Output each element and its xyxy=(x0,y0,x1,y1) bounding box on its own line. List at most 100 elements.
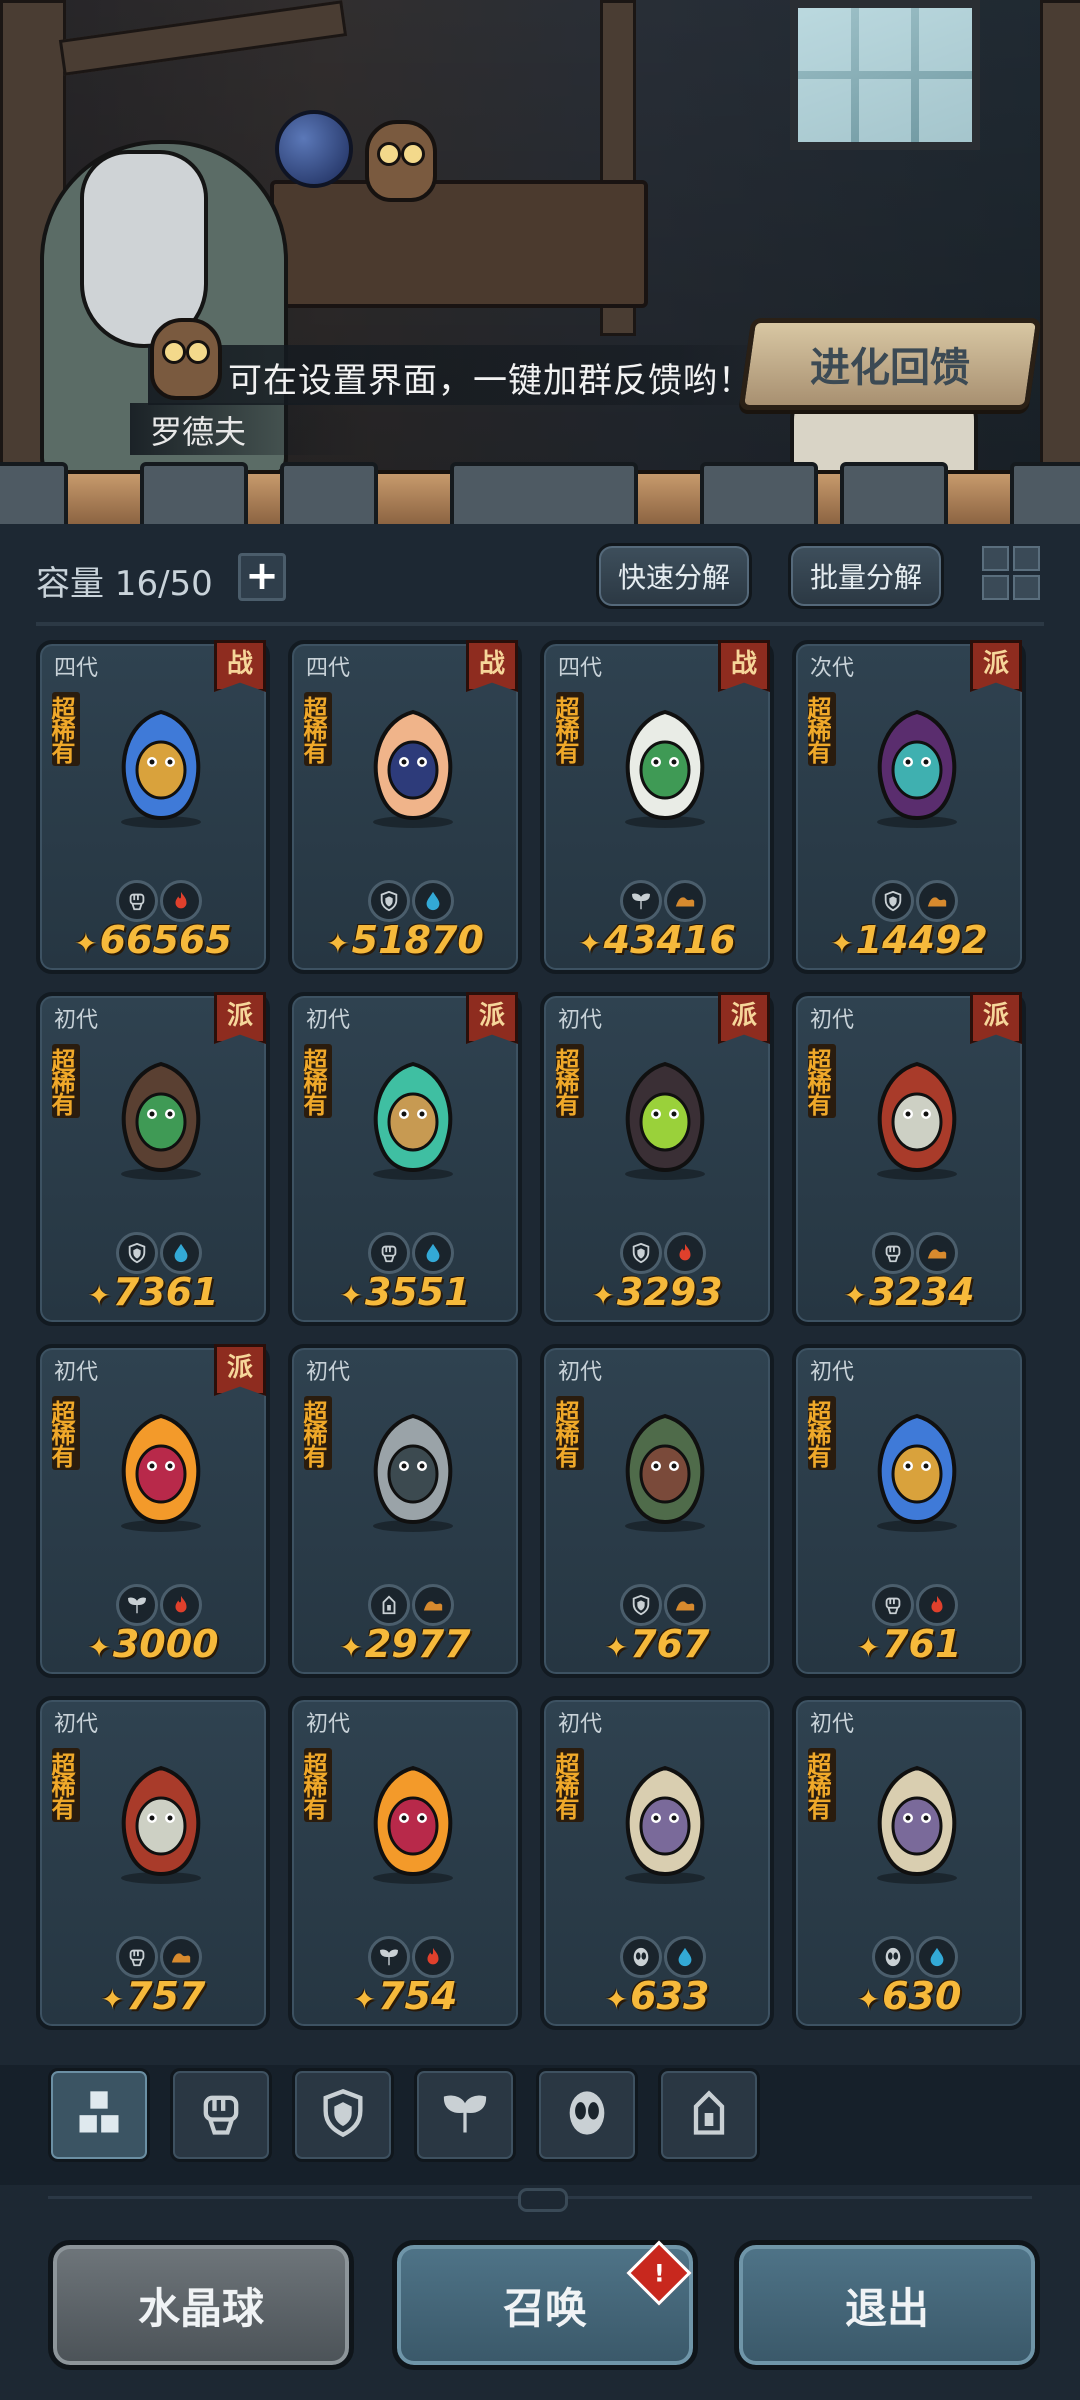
power-value: 757 xyxy=(40,1974,266,2018)
power-value: 51870 xyxy=(292,918,518,962)
separator-knob xyxy=(518,2188,568,2212)
filter-tab-shield[interactable] xyxy=(292,2068,394,2162)
crystal-ball-button[interactable]: 水晶球 xyxy=(48,2240,354,2370)
wooden-beam xyxy=(1040,0,1080,470)
alien-icon xyxy=(561,2087,613,2143)
shield-icon xyxy=(116,1232,158,1274)
water-icon xyxy=(160,1232,202,1274)
creature-card[interactable]: 次代 派超稀有 14492 xyxy=(792,640,1026,974)
faction-badge: 派 xyxy=(970,992,1022,1044)
water-icon xyxy=(664,1936,706,1978)
creature-card[interactable]: 初代 派超稀有 3293 xyxy=(540,992,774,1326)
filter-tab-all[interactable] xyxy=(48,2068,150,2162)
filter-tab-tower[interactable] xyxy=(658,2068,760,2162)
wooden-beam xyxy=(58,0,348,76)
leaf-icon xyxy=(439,2087,491,2143)
faction-badge: 战 xyxy=(466,640,518,692)
rarity-badge: 超稀有 xyxy=(47,1396,80,1470)
filter-tab-leaf[interactable] xyxy=(414,2068,516,2162)
fist-icon xyxy=(872,1232,914,1274)
rarity-badge: 超稀有 xyxy=(551,692,584,766)
creature-card[interactable]: 初代超稀有 767 xyxy=(540,1344,774,1678)
creature-card[interactable]: 四代 战超稀有 66565 xyxy=(36,640,270,974)
leaf-icon xyxy=(368,1936,410,1978)
generation-label: 初代 xyxy=(54,1360,99,1385)
rarity-badge: 超稀有 xyxy=(299,1396,332,1470)
creature-card[interactable]: 初代超稀有 754 xyxy=(288,1696,522,2030)
creature-portrait xyxy=(600,1404,730,1534)
creature-card[interactable]: 四代 战超稀有 51870 xyxy=(288,640,522,974)
rarity-badge: 超稀有 xyxy=(803,1396,836,1470)
creature-card[interactable]: 初代超稀有 2977 xyxy=(288,1344,522,1678)
exit-button[interactable]: 退出 xyxy=(734,2240,1040,2370)
tower-icon xyxy=(683,2087,735,2143)
rarity-badge: 超稀有 xyxy=(47,692,80,766)
batch-decompose-button[interactable]: 批量分解 xyxy=(788,543,944,609)
crystal-ball-label: 水晶球 xyxy=(137,2283,264,2333)
shield-icon xyxy=(620,1584,662,1626)
fire-icon xyxy=(160,1584,202,1626)
generation-label: 初代 xyxy=(810,1008,855,1033)
earth-icon xyxy=(916,880,958,922)
fist-icon xyxy=(872,1584,914,1626)
generation-label: 四代 xyxy=(54,656,99,681)
power-value: 43416 xyxy=(544,918,770,962)
faction-badge: 派 xyxy=(718,992,770,1044)
creature-portrait xyxy=(96,1052,226,1182)
creature-portrait xyxy=(348,700,478,830)
generation-label: 四代 xyxy=(306,656,351,681)
creature-portrait xyxy=(852,1052,982,1182)
creature-portrait xyxy=(96,1756,226,1886)
creature-card[interactable]: 初代超稀有 630 xyxy=(792,1696,1026,2030)
alert-mark: ! xyxy=(653,2258,665,2287)
generation-label: 初代 xyxy=(558,1360,603,1385)
earth-icon xyxy=(664,880,706,922)
fire-icon xyxy=(916,1584,958,1626)
creature-card[interactable]: 四代 战超稀有 43416 xyxy=(540,640,774,974)
generation-label: 初代 xyxy=(306,1360,351,1385)
power-value: 66565 xyxy=(40,918,266,962)
generation-label: 四代 xyxy=(558,656,603,681)
alien-icon xyxy=(620,1936,662,1978)
power-value: 633 xyxy=(544,1974,770,2018)
filter-tab-alien[interactable] xyxy=(536,2068,638,2162)
fire-icon xyxy=(412,1936,454,1978)
all-icon xyxy=(73,2087,125,2143)
rarity-badge: 超稀有 xyxy=(551,1748,584,1822)
earth-icon xyxy=(664,1584,706,1626)
rarity-badge: 超稀有 xyxy=(803,692,836,766)
water-icon xyxy=(412,880,454,922)
creature-portrait xyxy=(600,1052,730,1182)
rarity-badge: 超稀有 xyxy=(47,1044,80,1118)
ledge-block xyxy=(1010,462,1080,532)
creature-card[interactable]: 初代超稀有 633 xyxy=(540,1696,774,2030)
filter-tab-fist[interactable] xyxy=(170,2068,272,2162)
creature-card[interactable]: 初代超稀有 761 xyxy=(792,1344,1026,1678)
window xyxy=(790,0,980,150)
power-value: 3000 xyxy=(40,1622,266,1666)
capacity-label: 容量 16/50 xyxy=(36,564,213,604)
fist-icon xyxy=(116,880,158,922)
generation-label: 初代 xyxy=(558,1712,603,1737)
creature-portrait xyxy=(600,1756,730,1886)
expand-capacity-button[interactable]: + xyxy=(238,553,286,601)
power-value: 14492 xyxy=(796,918,1022,962)
creature-card[interactable]: 初代 派超稀有 3551 xyxy=(288,992,522,1326)
ledge-block xyxy=(840,462,948,532)
generation-label: 初代 xyxy=(810,1712,855,1737)
generation-label: 初代 xyxy=(306,1712,351,1737)
ledge-block xyxy=(450,462,638,532)
grid-view-toggle[interactable] xyxy=(982,546,1040,600)
power-value: 3234 xyxy=(796,1270,1022,1314)
creature-card[interactable]: 初代 派超稀有 3000 xyxy=(36,1344,270,1678)
speaker-owl-avatar xyxy=(150,318,222,400)
creature-card[interactable]: 初代 派超稀有 7361 xyxy=(36,992,270,1326)
creature-card[interactable]: 初代 派超稀有 3234 xyxy=(792,992,1026,1326)
evolution-feedback-button[interactable]: 进化回馈 xyxy=(738,318,1042,410)
power-value: 767 xyxy=(544,1622,770,1666)
generation-label: 初代 xyxy=(810,1360,855,1385)
quick-decompose-button[interactable]: 快速分解 xyxy=(596,543,752,609)
creature-grid: 四代战超稀有 66565四代战超稀有 51870四代战超稀有 43416次代派超… xyxy=(36,640,1044,2045)
shield-icon xyxy=(872,880,914,922)
creature-card[interactable]: 初代超稀有 757 xyxy=(36,1696,270,2030)
